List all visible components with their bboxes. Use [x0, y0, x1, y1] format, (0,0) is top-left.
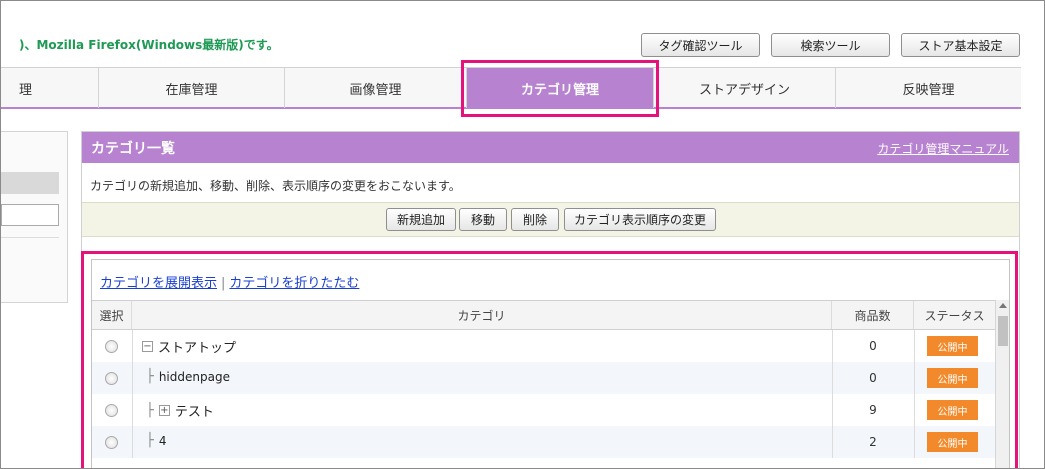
- panel-description: カテゴリの新規追加、移動、削除、表示順序の変更をおこないます。: [90, 179, 461, 193]
- side-panel: [1, 131, 68, 303]
- list-highlight-box: [81, 251, 1018, 468]
- delete-category-button[interactable]: 削除: [511, 208, 559, 231]
- action-bar: 新規追加 移動 削除 カテゴリ表示順序の変更: [82, 202, 1019, 237]
- side-divider: [1, 237, 59, 238]
- browser-notice: )、Mozilla Firefox(Windows最新版)です。: [19, 38, 279, 52]
- panel-title: カテゴリ一覧: [91, 141, 175, 157]
- tab-images[interactable]: 画像管理: [285, 68, 467, 108]
- search-tool-button[interactable]: 検索ツール: [771, 33, 890, 57]
- side-panel-header: [1, 172, 59, 194]
- reorder-category-button[interactable]: カテゴリ表示順序の変更: [564, 208, 716, 231]
- add-category-button[interactable]: 新規追加: [386, 208, 456, 231]
- tab-inventory[interactable]: 在庫管理: [99, 68, 285, 108]
- tab-store-design[interactable]: ストアデザイン: [654, 68, 836, 108]
- tab-partial[interactable]: 理: [1, 68, 99, 108]
- move-category-button[interactable]: 移動: [459, 208, 507, 231]
- app-window: )、Mozilla Firefox(Windows最新版)です。 タグ確認ツール…: [0, 0, 1045, 469]
- tag-check-tool-button[interactable]: タグ確認ツール: [641, 33, 760, 57]
- tab-publish[interactable]: 反映管理: [836, 68, 1021, 108]
- panel-header: カテゴリ一覧 カテゴリ管理マニュアル: [82, 132, 1019, 163]
- manual-link[interactable]: カテゴリ管理マニュアル: [877, 140, 1009, 157]
- tab-highlight-box: [461, 60, 659, 117]
- side-search-input[interactable]: [1, 204, 59, 226]
- store-settings-button[interactable]: ストア基本設定: [901, 33, 1020, 57]
